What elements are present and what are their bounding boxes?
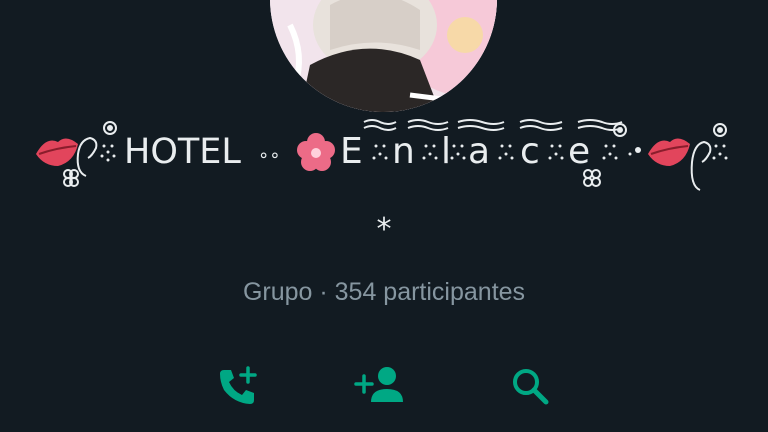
search-icon <box>513 369 549 405</box>
add-participant-button[interactable] <box>351 358 411 414</box>
lips-icon <box>36 138 78 166</box>
lips-icon <box>648 138 690 166</box>
group-title-dots: ∘∘ <box>258 145 281 166</box>
group-participant-count: Grupo · 354 participantes <box>242 278 526 306</box>
group-title-prefix: HOTEL <box>124 132 241 172</box>
group-title-letter: n <box>392 131 415 172</box>
search-button[interactable] <box>500 358 560 414</box>
group-title-letter: c <box>520 131 540 172</box>
cherry-blossom-icon <box>297 133 335 171</box>
group-title-letter: e <box>568 131 591 172</box>
avatar-image <box>270 0 497 112</box>
add-call-button[interactable] <box>208 358 268 414</box>
add-participant-icon <box>354 367 403 402</box>
group-title-letter: l <box>441 131 452 172</box>
hook-ornament-icon <box>690 123 727 191</box>
group-title-letter: a <box>468 131 491 172</box>
group-description[interactable]: * <box>0 212 768 247</box>
group-title-letter: E <box>340 131 363 172</box>
group-actions <box>0 358 768 418</box>
add-call-icon <box>220 366 257 404</box>
group-avatar[interactable] <box>270 0 497 112</box>
group-info-screen: HOTEL ∘∘ E n l a c e * Grupo · 354 parti… <box>0 0 768 432</box>
dot-ring-icon <box>100 144 116 162</box>
group-title-decoration <box>0 118 768 198</box>
